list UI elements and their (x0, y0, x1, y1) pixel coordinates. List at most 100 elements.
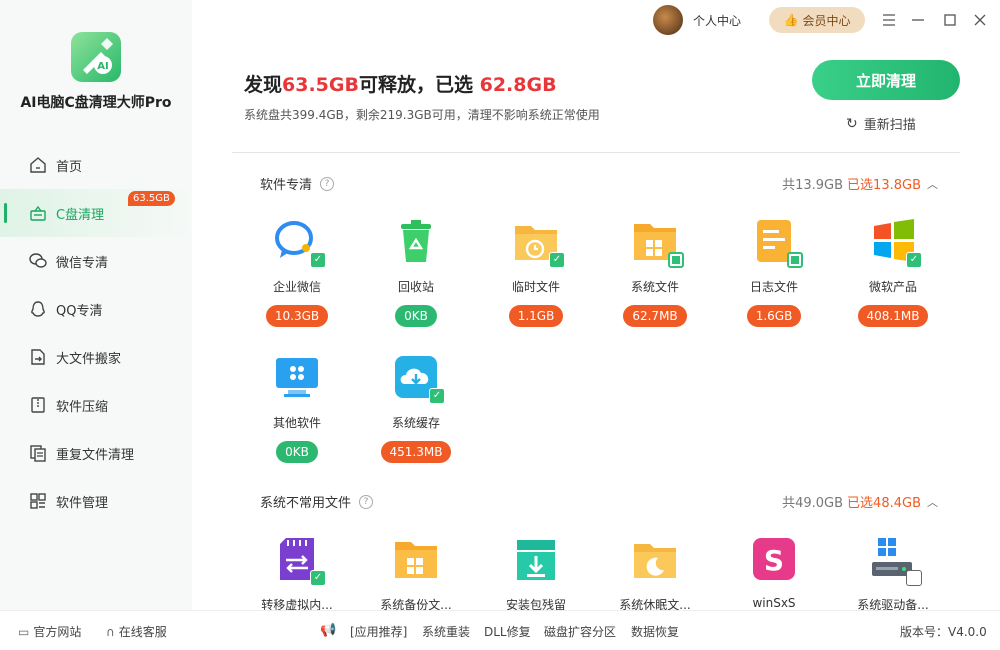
close-icon[interactable] (970, 10, 990, 30)
tile-winsxs[interactable]: S winSxS (724, 536, 824, 610)
tile-name: 系统文件 (630, 280, 679, 294)
checkbox-partial-icon[interactable] (787, 252, 803, 268)
tile-name: 其他软件 (272, 416, 321, 430)
cloud-download-icon: ✓ (393, 354, 445, 404)
tile-name: winSxS (752, 596, 796, 610)
sidebar-item-label: C盘清理 (56, 207, 105, 223)
sidebar-item-c-drive-clean[interactable]: C盘清理 63.5GB (0, 189, 192, 237)
tile-wecom[interactable]: ✓ 企业微信 10.3GB (247, 218, 347, 327)
section-title: 系统不常用文件 ? (260, 492, 374, 511)
menu-icon[interactable] (879, 10, 899, 30)
driver-backup-icon (870, 536, 922, 586)
tile-log-files[interactable]: 日志文件 1.6GB (724, 218, 824, 327)
tile-name: 临时文件 (511, 280, 560, 294)
home-icon (28, 155, 48, 175)
official-website-link[interactable]: ▭ 官方网站 (18, 623, 81, 640)
version-label: 版本号：V4.0.0 (900, 623, 987, 640)
winsxs-icon: S (751, 536, 797, 582)
section-title-text: 系统不常用文件 (260, 496, 352, 511)
footer-link-recommend[interactable]: [应用推荐] (350, 623, 407, 640)
tile-temp-files[interactable]: ✓ 临时文件 1.1GB (486, 218, 586, 327)
personal-center-link[interactable]: 个人中心 (693, 12, 741, 29)
footer-label: 磁盘扩容分区 (544, 625, 617, 639)
sidebar-item-qq[interactable]: QQ专清 (0, 285, 192, 333)
qq-icon (28, 299, 48, 319)
tile-install-packages[interactable]: 安装包残留 (486, 536, 586, 613)
drive-clean-icon (28, 203, 48, 223)
svg-text:S: S (764, 544, 784, 577)
vip-center-button[interactable]: 👍 会员中心 (769, 7, 865, 33)
section-summary[interactable]: 共49.0GB 已选48.4GB ︿ (782, 492, 938, 512)
duplicate-file-icon (28, 443, 48, 463)
tile-other-software[interactable]: 其他软件 0KB (247, 354, 347, 463)
checkbox-checked-icon[interactable]: ✓ (549, 252, 565, 268)
megaphone-icon: 📢 (320, 623, 337, 638)
tile-hibernate[interactable]: 系统休眠文... (605, 536, 705, 613)
footer-link-disk-partition[interactable]: 磁盘扩容分区 (544, 623, 616, 640)
backup-folder-icon (393, 536, 439, 582)
minimize-icon[interactable] (908, 10, 928, 30)
footer-link-reinstall[interactable]: 系统重装 (422, 623, 470, 640)
tile-size: 408.1MB (857, 305, 929, 327)
wecom-icon: ✓ (274, 218, 326, 268)
vip-label: 会员中心 (802, 13, 851, 28)
wechat-icon (28, 251, 48, 271)
checkbox-checked-icon[interactable]: ✓ (429, 388, 445, 404)
help-icon[interactable]: ? (320, 176, 335, 191)
checkbox-partial-icon[interactable] (668, 252, 684, 268)
app-name: AI电脑C盘清理大师Pro (20, 95, 172, 111)
checkbox-checked-icon[interactable]: ✓ (310, 570, 326, 586)
footer-label: 数据恢复 (631, 625, 680, 639)
refresh-icon: ↻ (846, 115, 858, 132)
sidebar-item-app-manage[interactable]: 软件管理 (0, 477, 192, 525)
divider (232, 152, 960, 153)
maximize-icon[interactable] (940, 10, 960, 30)
sidebar-item-label: QQ专清 (56, 303, 103, 319)
sidebar-item-wechat[interactable]: 微信专清 (0, 237, 192, 285)
section-selected: 已选48.4GB (847, 496, 921, 511)
sidebar-item-home[interactable]: 首页 (0, 141, 192, 189)
help-icon[interactable]: ? (359, 494, 374, 509)
tile-virtual-memory[interactable]: ✓ 转移虚拟内... (247, 536, 347, 613)
tile-name: 企业微信 (272, 280, 321, 294)
tile-name: 系统缓存 (391, 416, 440, 430)
footer-link-dll-repair[interactable]: DLL修复 (484, 623, 531, 640)
clean-now-button[interactable]: 立即清理 (812, 60, 960, 100)
checkbox-checked-icon[interactable]: ✓ (310, 252, 326, 268)
temp-folder-icon: ✓ (513, 218, 565, 268)
footer-label: 系统重装 (422, 625, 471, 639)
windows-logo-icon: ✓ (870, 218, 922, 268)
rescan-button[interactable]: ↻ 重新扫描 (846, 114, 916, 134)
online-support-link[interactable]: ∩ 在线客服 (106, 623, 167, 640)
headline-prefix: 发现 (244, 74, 283, 96)
tile-size: 0KB (395, 305, 437, 327)
checkbox-empty-icon[interactable] (906, 570, 922, 586)
section-selected: 已选13.8GB (847, 178, 921, 193)
tile-recycle-bin[interactable]: 回收站 0KB (366, 218, 466, 327)
sidebar-item-file-move[interactable]: 大文件搬家 (0, 333, 192, 381)
tile-driver-backup[interactable]: 系统驱动备... (843, 536, 943, 613)
monitor-icon (274, 354, 320, 400)
recycle-bin-icon (393, 218, 439, 264)
sidebar-item-duplicate[interactable]: 重复文件清理 (0, 429, 192, 477)
tile-microsoft[interactable]: ✓ 微软产品 408.1MB (843, 218, 943, 327)
found-size: 63.5GB (282, 74, 359, 96)
section-summary[interactable]: 共13.9GB 已选13.8GB ︿ (782, 174, 938, 194)
tile-name: 回收站 (397, 280, 434, 294)
sidebar-item-compress[interactable]: 软件压缩 (0, 381, 192, 429)
tile-size: 62.7MB (623, 305, 687, 327)
thumbs-up-icon: 👍 (783, 13, 799, 27)
footer-label: 在线客服 (118, 625, 167, 639)
footer-link-data-recovery[interactable]: 数据恢复 (631, 623, 679, 640)
avatar[interactable] (653, 5, 683, 35)
section-total: 共49.0GB (782, 496, 844, 511)
chevron-up-icon: ︿ (927, 177, 938, 191)
checkbox-checked-icon[interactable]: ✓ (906, 252, 922, 268)
footer-label: 官方网站 (33, 625, 82, 639)
tile-system-backup[interactable]: 系统备份文... (366, 536, 466, 613)
sidebar-item-label: 大文件搬家 (56, 351, 122, 367)
tile-system-files[interactable]: 系统文件 62.7MB (605, 218, 705, 327)
log-file-icon (751, 218, 803, 268)
sidebar-nav: 首页 C盘清理 63.5GB 微信专清 QQ专清 大文件搬家 软件压缩 重复文件… (0, 141, 192, 525)
tile-system-cache[interactable]: ✓ 系统缓存 451.3MB (366, 354, 466, 463)
